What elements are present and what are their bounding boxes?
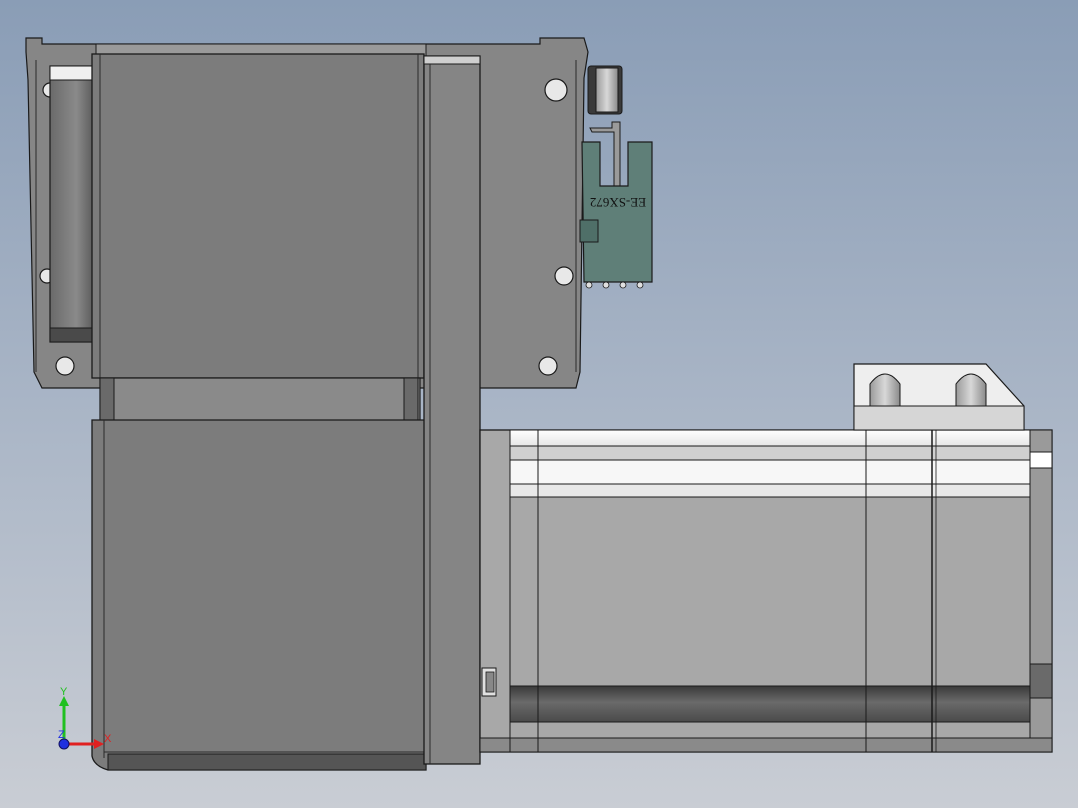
triad-y-label: Y [60, 686, 68, 698]
upper-housing [91, 43, 427, 379]
triad-x-label: X [104, 733, 112, 745]
photo-sensor: EE-SX672 [579, 121, 653, 289]
motor-connector [853, 363, 1025, 431]
coupling-neck [99, 377, 421, 423]
triad-z-label: Z [58, 729, 65, 741]
cable-gland [587, 65, 623, 115]
left-rail [49, 65, 95, 343]
servo-motor [479, 429, 1053, 753]
flange-plate [423, 55, 481, 765]
lower-housing [91, 419, 427, 771]
sensor-model-label: EE-SX672 [590, 195, 646, 210]
graphics-viewport[interactable]: EE-SX672 Y X Z [0, 0, 1078, 808]
model-view[interactable]: EE-SX672 Y X Z [0, 0, 1078, 808]
